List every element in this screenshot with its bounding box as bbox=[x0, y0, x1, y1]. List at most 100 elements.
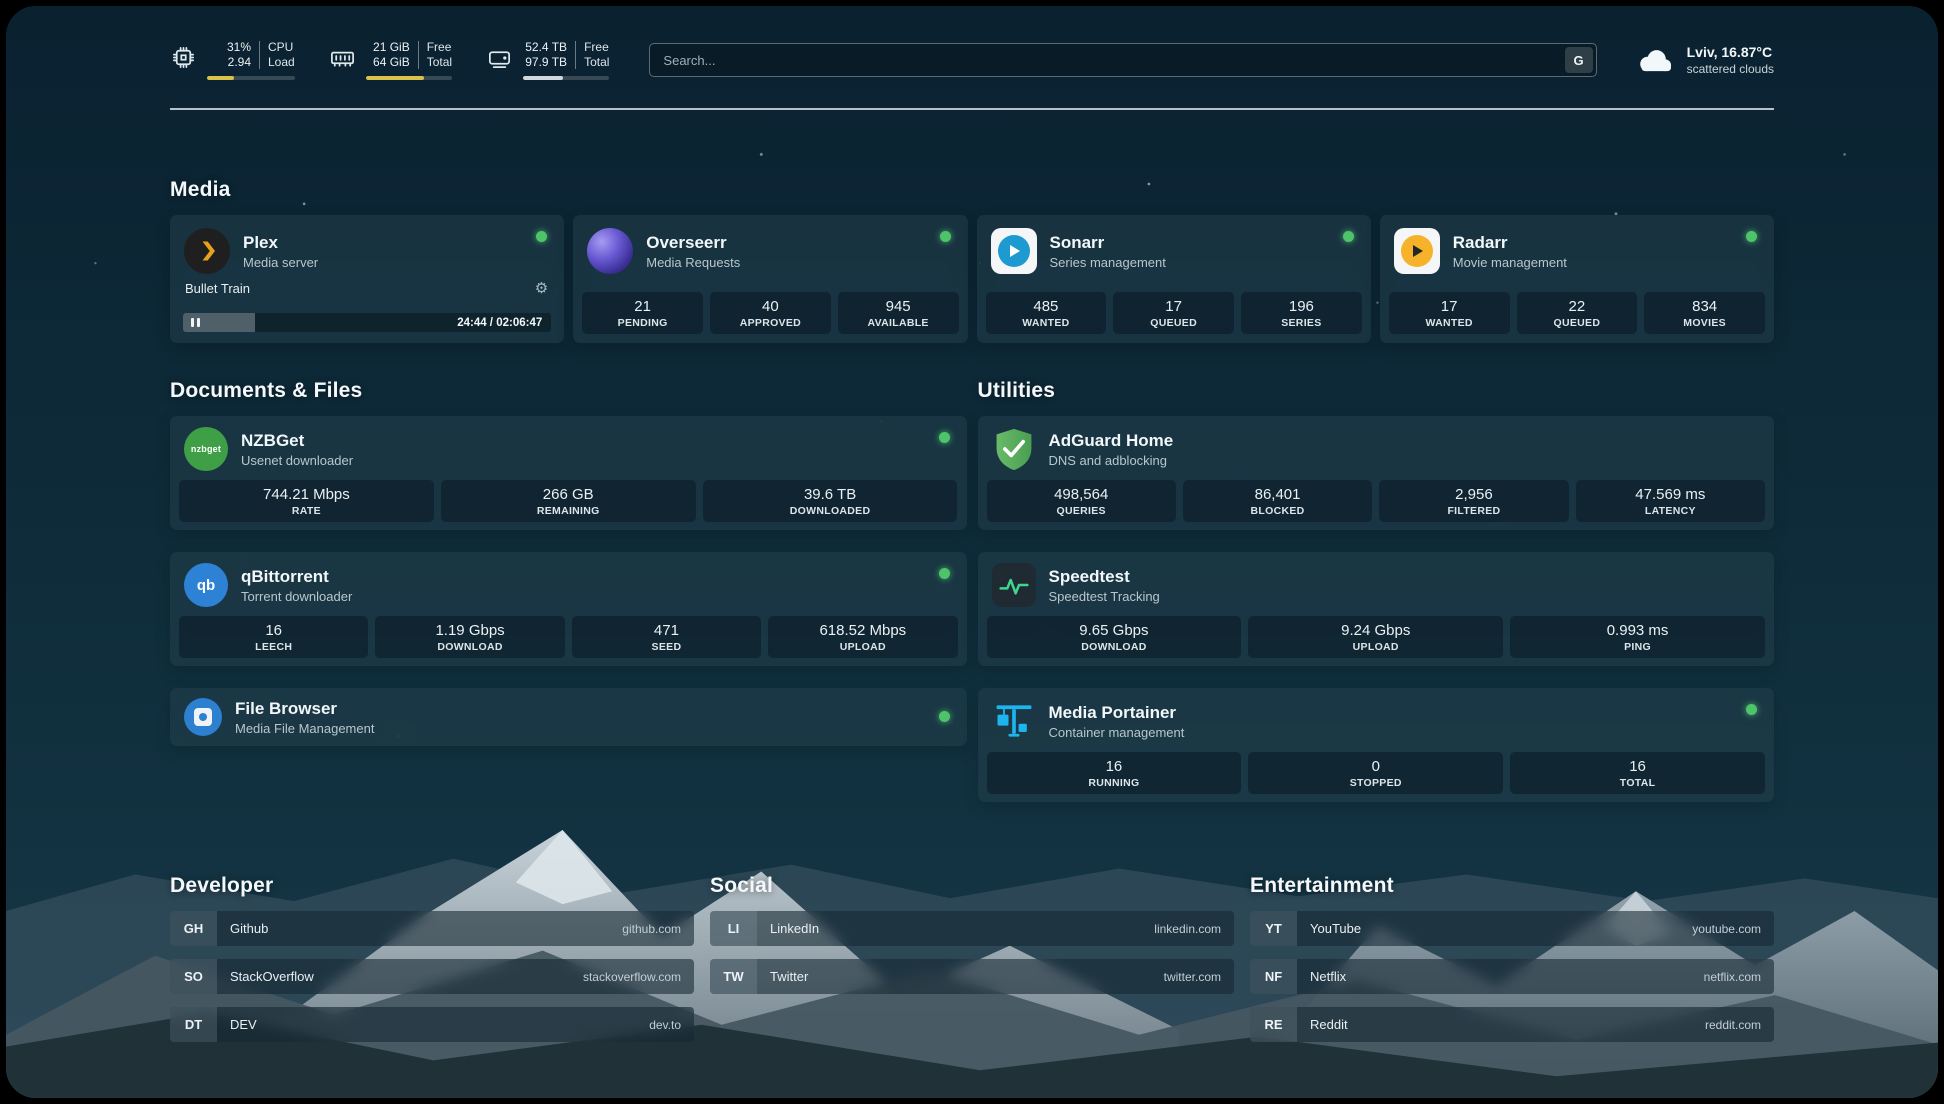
disk-usage-fill bbox=[523, 76, 563, 80]
app-name: Radarr bbox=[1453, 233, 1567, 253]
bookmark-youtube[interactable]: YT YouTube youtube.com bbox=[1250, 911, 1774, 946]
cpu-monitor: 31% 2.94 CPU Load bbox=[170, 40, 295, 80]
app-card-sonarr[interactable]: Sonarr Series management 485 WANTED 17 Q… bbox=[977, 215, 1371, 343]
stat-download: 1.19 Gbps DOWNLOAD bbox=[375, 616, 564, 658]
stat-label: UPLOAD bbox=[1252, 641, 1499, 653]
stat-label: WANTED bbox=[990, 317, 1103, 329]
search-input[interactable] bbox=[653, 53, 1564, 68]
gear-icon[interactable]: ⚙ bbox=[535, 281, 548, 296]
stat-label: TOTAL bbox=[1514, 777, 1761, 789]
cpu-label: CPU bbox=[268, 40, 295, 55]
memory-icon bbox=[329, 44, 356, 71]
netflix-tile: NF bbox=[1250, 959, 1297, 994]
stat-rate: 744.21 Mbps RATE bbox=[179, 480, 434, 522]
app-card-filebrowser[interactable]: File Browser Media File Management bbox=[170, 688, 967, 746]
app-desc: Media Requests bbox=[646, 255, 740, 270]
stat-value: 16 bbox=[183, 622, 364, 639]
app-card-overseerr[interactable]: Overseerr Media Requests 21 PENDING 40 A… bbox=[573, 215, 967, 343]
stat-label: LEECH bbox=[183, 641, 364, 653]
bookmark-group-entertainment: Entertainment YT YouTube youtube.com NF … bbox=[1250, 874, 1774, 1055]
bookmark-netflix[interactable]: NF Netflix netflix.com bbox=[1250, 959, 1774, 994]
stat-value: 16 bbox=[1514, 758, 1761, 775]
bookmark-url: reddit.com bbox=[1705, 1018, 1761, 1032]
cpu-usage-bar bbox=[207, 76, 295, 80]
stat-value: 471 bbox=[576, 622, 757, 639]
app-desc: Series management bbox=[1050, 255, 1166, 270]
stat-label: BLOCKED bbox=[1187, 505, 1368, 517]
sonarr-icon bbox=[991, 228, 1037, 274]
qbittorrent-icon: qb bbox=[184, 563, 228, 607]
disk-monitor: 52.4 TB 97.9 TB Free Total bbox=[486, 40, 609, 80]
cpu-icon bbox=[170, 44, 197, 71]
portainer-icon bbox=[992, 699, 1036, 743]
stat-value: 744.21 Mbps bbox=[183, 486, 430, 503]
section-title-utilities: Utilities bbox=[978, 379, 1775, 403]
disk-free-value: 52.4 TB bbox=[523, 40, 567, 55]
stat-latency: 47.569 ms LATENCY bbox=[1576, 480, 1765, 522]
app-desc: Media File Management bbox=[235, 721, 374, 736]
stat-upload: 9.24 Gbps UPLOAD bbox=[1248, 616, 1503, 658]
bookmark-group-social: Social LI LinkedIn linkedin.com TW Twitt… bbox=[710, 874, 1234, 1055]
stat-label: FILTERED bbox=[1383, 505, 1564, 517]
system-monitors: 31% 2.94 CPU Load bbox=[170, 40, 609, 80]
divider bbox=[418, 41, 419, 69]
bookmark-github[interactable]: GH Github github.com bbox=[170, 911, 694, 946]
app-card-nzbget[interactable]: nzbget NZBGet Usenet downloader 744.21 M… bbox=[170, 416, 967, 530]
linkedin-tile: LI bbox=[710, 911, 757, 946]
divider bbox=[575, 41, 576, 69]
app-card-speedtest[interactable]: Speedtest Speedtest Tracking 9.65 Gbps D… bbox=[978, 552, 1775, 666]
stat-seed: 471 SEED bbox=[572, 616, 761, 658]
overseerr-icon bbox=[587, 228, 633, 274]
app-card-plex[interactable]: Plex Media server Bullet Train ⚙ 24:44 /… bbox=[170, 215, 564, 343]
stat-value: 498,564 bbox=[991, 486, 1172, 503]
status-dot bbox=[1343, 231, 1354, 242]
stat-value: 21 bbox=[586, 298, 699, 315]
stat-value: 2,956 bbox=[1383, 486, 1564, 503]
app-card-qbittorrent[interactable]: qb qBittorrent Torrent downloader 16 LEE… bbox=[170, 552, 967, 666]
app-card-portainer[interactable]: Media Portainer Container management 16 … bbox=[978, 688, 1775, 802]
status-dot bbox=[1746, 704, 1757, 715]
app-desc: Torrent downloader bbox=[241, 589, 352, 604]
cpu-usage-fill bbox=[207, 76, 234, 80]
playback-time: 24:44 / 02:06:47 bbox=[457, 317, 542, 329]
weather-widget: Lviv, 16.87°C scattered clouds bbox=[1633, 44, 1774, 76]
stat-value: 86,401 bbox=[1187, 486, 1368, 503]
memory-free-label: Free bbox=[427, 40, 452, 55]
disk-free-label: Free bbox=[584, 40, 609, 55]
section-title-documents: Documents & Files bbox=[170, 379, 967, 403]
bookmark-reddit[interactable]: RE Reddit reddit.com bbox=[1250, 1007, 1774, 1042]
stat-label: DOWNLOAD bbox=[379, 641, 560, 653]
search-engine-button[interactable]: G bbox=[1565, 47, 1593, 73]
app-desc: DNS and adblocking bbox=[1049, 453, 1174, 468]
app-name: Plex bbox=[243, 233, 318, 253]
stat-upload: 618.52 Mbps UPLOAD bbox=[768, 616, 957, 658]
reddit-tile: RE bbox=[1250, 1007, 1297, 1042]
stat-label: REMAINING bbox=[445, 505, 692, 517]
app-desc: Speedtest Tracking bbox=[1049, 589, 1160, 604]
stat-value: 22 bbox=[1521, 298, 1634, 315]
bookmark-url: linkedin.com bbox=[1154, 922, 1221, 936]
bookmark-dev[interactable]: DT DEV dev.to bbox=[170, 1007, 694, 1042]
stat-label: LATENCY bbox=[1580, 505, 1761, 517]
status-dot bbox=[939, 432, 950, 443]
bookmark-name: Reddit bbox=[1310, 1017, 1348, 1032]
bookmark-stackoverflow[interactable]: SO StackOverflow stackoverflow.com bbox=[170, 959, 694, 994]
bookmark-linkedin[interactable]: LI LinkedIn linkedin.com bbox=[710, 911, 1234, 946]
documents-column: Documents & Files nzbget NZBGet Usenet d… bbox=[170, 379, 967, 802]
nzbget-icon: nzbget bbox=[184, 427, 228, 471]
section-title-developer: Developer bbox=[170, 874, 694, 898]
app-card-adguard[interactable]: AdGuard Home DNS and adblocking 498,564 … bbox=[978, 416, 1775, 530]
bookmark-twitter[interactable]: TW Twitter twitter.com bbox=[710, 959, 1234, 994]
app-card-radarr[interactable]: Radarr Movie management 17 WANTED 22 QUE… bbox=[1380, 215, 1774, 343]
bookmark-url: youtube.com bbox=[1692, 922, 1761, 936]
stat-value: 945 bbox=[842, 298, 955, 315]
playback-progress-bar[interactable]: 24:44 / 02:06:47 bbox=[183, 313, 551, 332]
stat-value: 0 bbox=[1252, 758, 1499, 775]
pause-icon[interactable] bbox=[191, 318, 200, 327]
stat-value: 39.6 TB bbox=[707, 486, 954, 503]
memory-total-label: Total bbox=[427, 55, 452, 70]
stat-value: 618.52 Mbps bbox=[772, 622, 953, 639]
bookmark-name: Twitter bbox=[770, 969, 808, 984]
status-dot bbox=[1746, 231, 1757, 242]
bookmark-group-developer: Developer GH Github github.com SO StackO… bbox=[170, 874, 694, 1055]
